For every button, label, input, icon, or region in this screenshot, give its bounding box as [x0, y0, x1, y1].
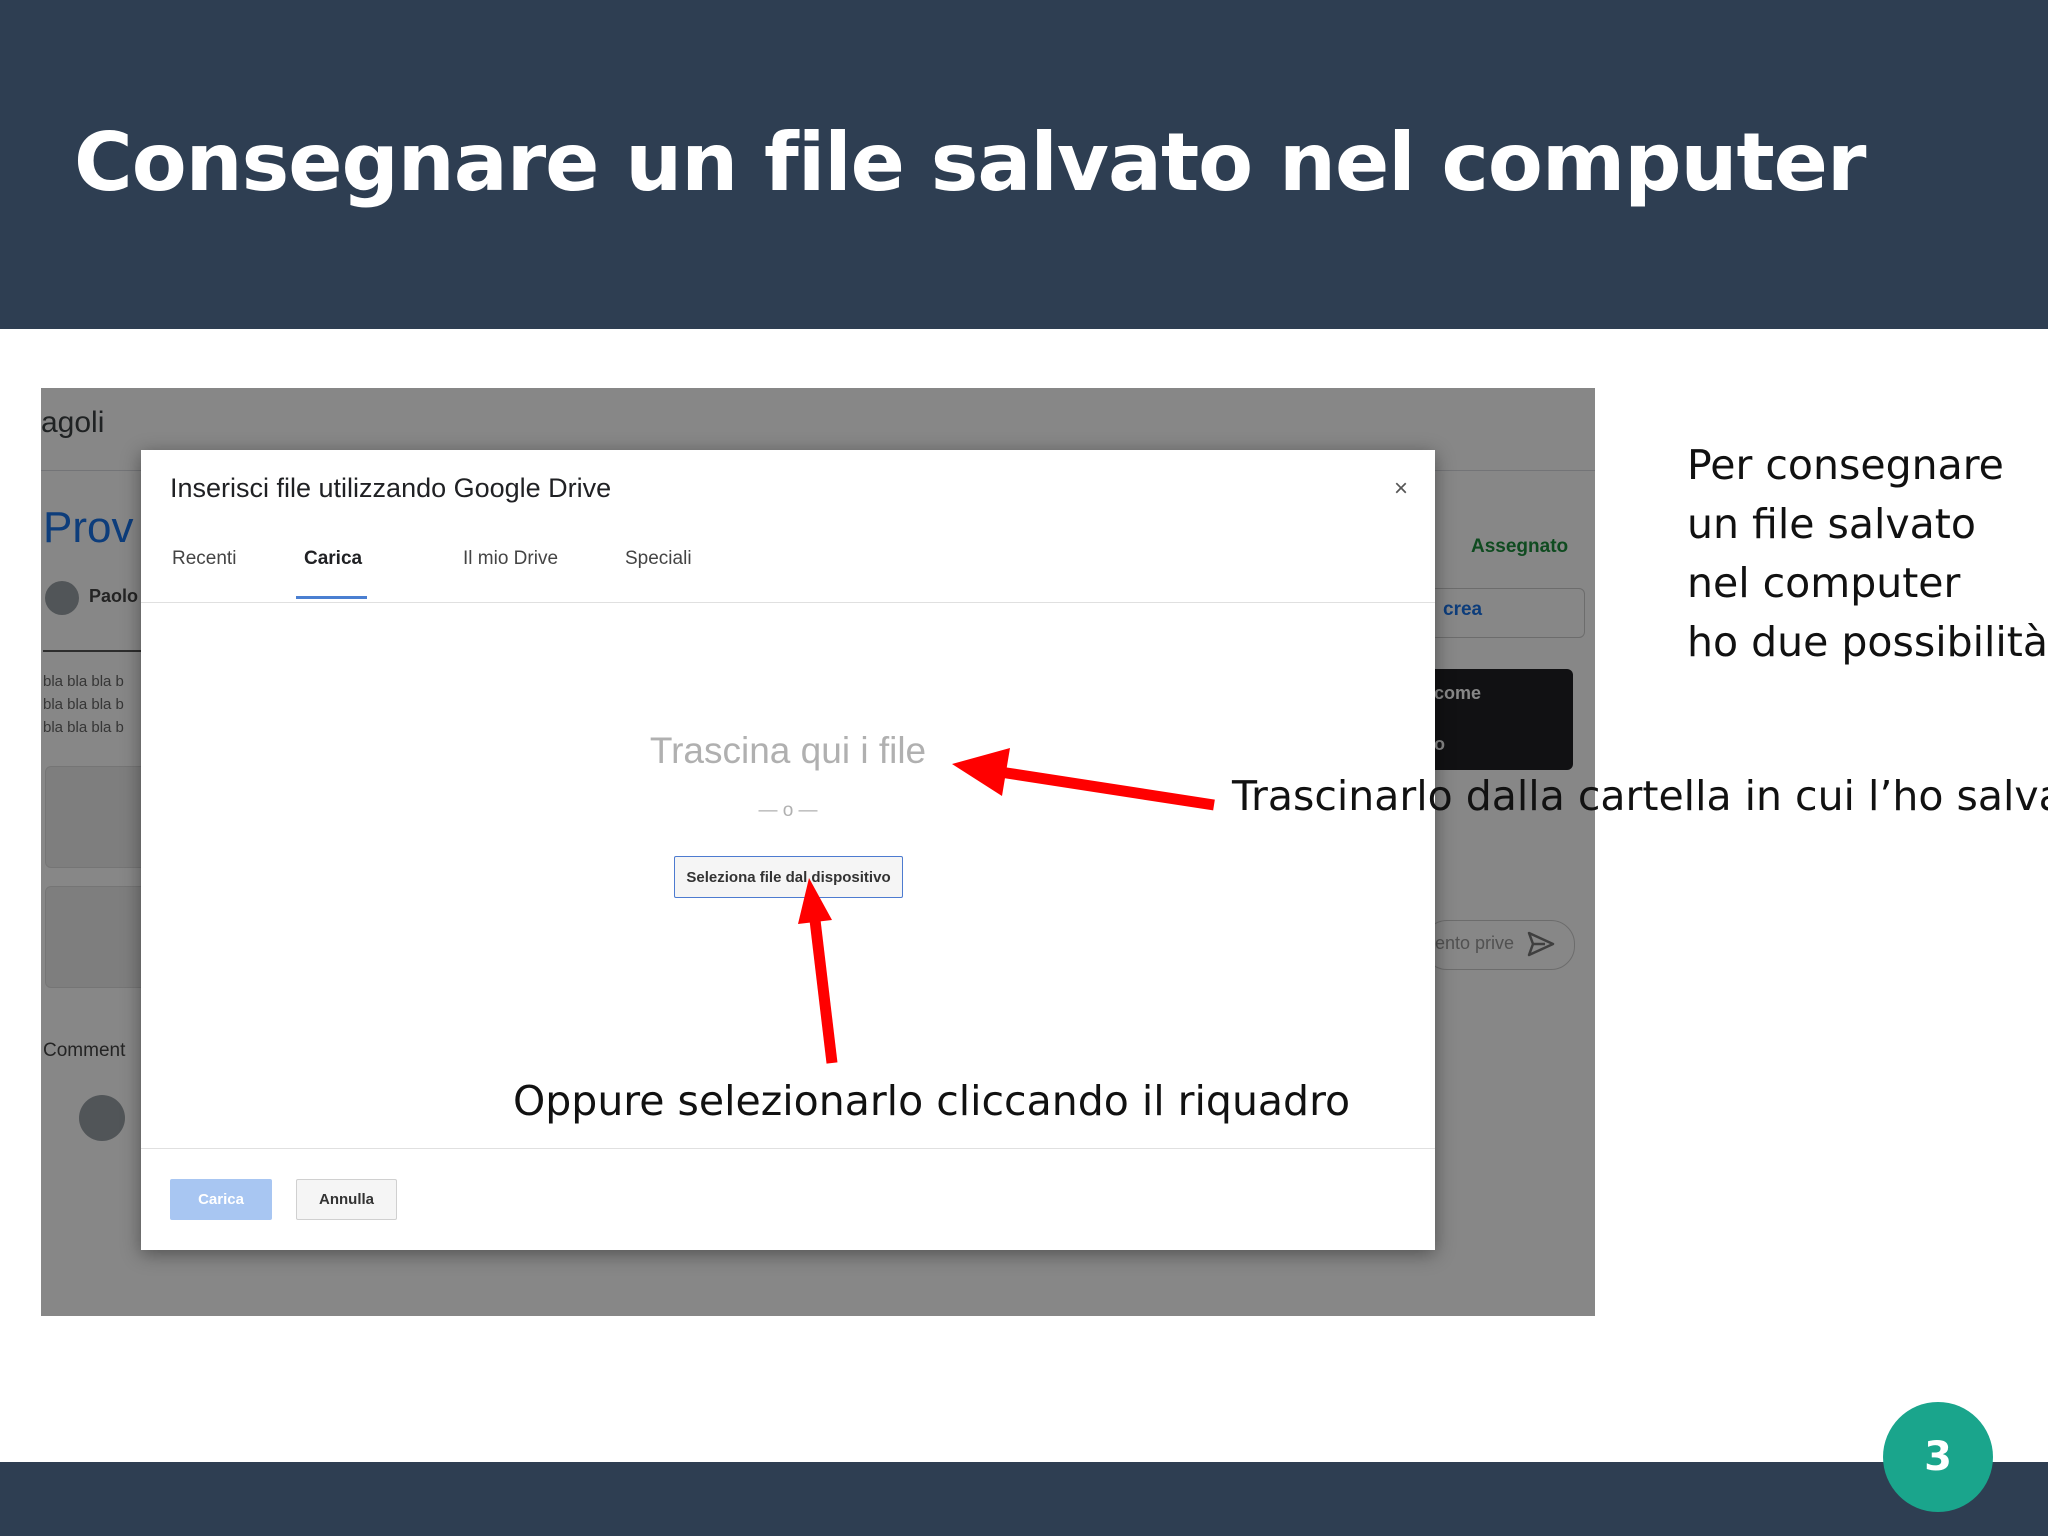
slide-footer — [0, 1462, 2048, 1536]
slide-header: Consegnare un file salvato nel computer — [0, 0, 2048, 329]
tab-carica[interactable]: Carica — [298, 546, 368, 598]
dialog-tabs: Recenti Carica Il mio Drive Speciali — [141, 546, 1435, 603]
upload-button[interactable]: Carica — [170, 1179, 272, 1220]
select-file-button[interactable]: Seleziona file dal dispositivo — [674, 856, 903, 898]
page-number-badge: 3 — [1883, 1402, 1993, 1512]
side-explanation-line: un file salvato — [1687, 500, 1976, 548]
drop-zone-text[interactable]: Trascina qui i file — [141, 730, 1435, 772]
side-explanation: Per consegnare un file salvato nel compu… — [1687, 436, 2048, 672]
side-explanation-line: nel computer — [1687, 559, 1961, 607]
cancel-button[interactable]: Annulla — [296, 1179, 397, 1220]
dialog-footer-divider — [141, 1148, 1435, 1149]
slide-title: Consegnare un file salvato nel computer — [74, 116, 1866, 209]
side-explanation-line: Per consegnare — [1687, 441, 2004, 489]
tab-recenti[interactable]: Recenti — [166, 546, 242, 598]
active-tab-indicator — [296, 596, 367, 599]
tab-il-mio-drive[interactable]: Il mio Drive — [457, 546, 564, 598]
tab-speciali[interactable]: Speciali — [619, 546, 698, 598]
dialog-title: Inserisci file utilizzando Google Drive — [170, 473, 612, 503]
screenshot-panel: agoli Prov Paolo bla bla bla b bla bla b… — [41, 388, 1595, 1316]
drive-picker-dialog: Inserisci file utilizzando Google Drive … — [141, 450, 1435, 1250]
select-annotation: Oppure selezionarlo cliccando il riquadr… — [513, 1077, 1351, 1125]
drag-annotation: Trascinarlo dalla cartella in cui l’ho s… — [1232, 772, 2048, 820]
close-icon[interactable]: × — [1386, 474, 1416, 504]
side-explanation-line: ho due possibilità: — [1687, 618, 2048, 666]
